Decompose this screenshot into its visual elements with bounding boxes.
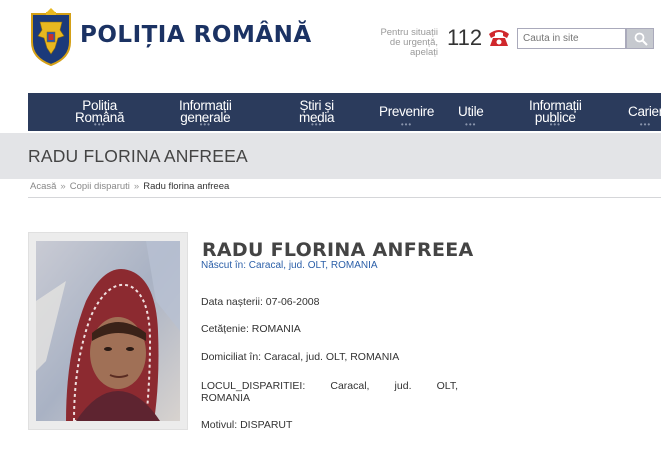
breadcrumb-separator: »: [60, 181, 66, 192]
nav-dots: •••: [93, 120, 106, 129]
person-photo: [36, 241, 180, 421]
birthplace: Născut în: Caracal, jud. OLT, ROMANIA: [201, 260, 378, 271]
person-name: RADU FLORINA ANFREEA: [202, 239, 474, 261]
divider: [28, 197, 661, 198]
search-icon: [634, 32, 648, 46]
nav-dots: •••: [199, 120, 211, 129]
citizenship: Cetățenie: ROMANIA: [201, 323, 301, 335]
phone-icon: [487, 27, 511, 47]
breadcrumb-separator: »: [133, 181, 140, 192]
nav-item-stiri-media[interactable]: Știri și media •••: [299, 93, 335, 131]
search-input[interactable]: [517, 28, 626, 49]
nav-item-politia-romana[interactable]: Poliția Română •••: [75, 93, 125, 131]
nav-dots: •••: [310, 120, 323, 129]
breadcrumb: Acasă» Copii disparuti» Radu florina anfre…: [30, 181, 229, 192]
emergency-number: 112: [447, 25, 483, 50]
search-button[interactable]: [626, 28, 654, 49]
reason: Motivul: DISPARUT: [201, 419, 293, 431]
nav-dots: •••: [639, 120, 652, 129]
breadcrumb-missing-children[interactable]: Copii disparuti: [70, 181, 130, 192]
nav-item-utile[interactable]: Utile •••: [458, 93, 484, 131]
nav-item-prevenire[interactable]: Prevenire •••: [379, 93, 434, 131]
coat-of-arms-logo[interactable]: [28, 8, 74, 67]
nav-item-cariera[interactable]: Carier •••: [628, 93, 661, 131]
disappearance-place-cont: ROMANIA: [201, 392, 251, 404]
brand-title[interactable]: POLIȚIA ROMÂNĂ: [80, 22, 312, 48]
breadcrumb-home[interactable]: Acasă: [30, 181, 56, 192]
domicile: Domiciliat în: Caracal, jud. OLT, ROMANI…: [201, 351, 400, 363]
nav-dots: •••: [549, 120, 561, 129]
nav-item-informatii-publice[interactable]: Informații publice •••: [529, 93, 582, 131]
breadcrumb-current: Radu florina anfreea: [143, 181, 230, 192]
date-of-birth: Data nașterii: 07-06-2008: [201, 296, 320, 308]
page-title: RADU FLORINA ANFREEA: [28, 146, 248, 166]
emergency-text: Pentru situații de urgență, apelați: [380, 27, 438, 58]
main-nav: Poliția Română ••• Informații generale •••…: [28, 93, 661, 131]
nav-dots: •••: [465, 120, 477, 129]
disappearance-place: LOCUL_DISPARITIEI: Caracal, jud. OLT,: [201, 380, 458, 392]
nav-item-informatii-generale[interactable]: Informații generale •••: [179, 93, 232, 131]
nav-dots: •••: [400, 120, 413, 129]
